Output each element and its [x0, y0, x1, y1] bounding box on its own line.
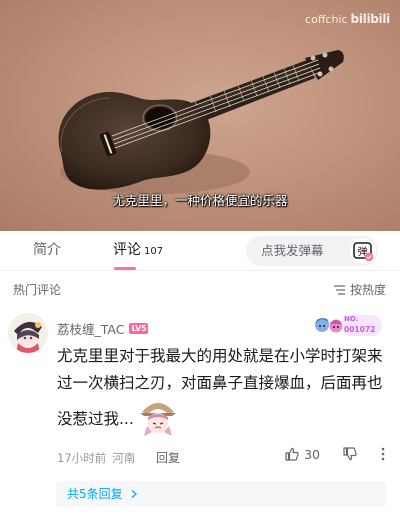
comment-username[interactable]: 荔枝缠_TAC [57, 319, 124, 338]
video-subtitle: 尤克里里，一种价格便宜的乐器 [112, 193, 288, 208]
comment-time: 17小时前 [57, 451, 107, 465]
fan-badge-no: NO. [344, 315, 359, 323]
tab-comments[interactable]: 评论 107 [113, 231, 163, 271]
danmaku-toggle-button[interactable]: 弹 [350, 238, 376, 264]
more-button[interactable] [380, 446, 386, 462]
sort-label: 按热度 [349, 283, 386, 297]
comment-text: 尤克里里对于我最大的用处就是在小学时打架来过一次横扫之刃，对面鼻子直接爆血，后面… [57, 347, 383, 428]
avatar-image [8, 313, 48, 353]
thumb-up-icon [285, 447, 299, 461]
dislike-button[interactable] [342, 446, 358, 462]
comment-actions: 30 [284, 446, 386, 462]
comments-count: 107 [144, 246, 164, 257]
comment-location: 河南 [112, 451, 136, 465]
hot-comments-title: 热门评论 [13, 283, 62, 297]
replies-count-label: 共5条回复 [67, 487, 123, 501]
danmaku-icon: 弹 [353, 242, 374, 262]
danmaku-input[interactable]: 点我发弹幕 弹 [246, 236, 378, 266]
tab-comments-label: 评论 [113, 242, 141, 258]
thumb-down-icon [343, 447, 357, 461]
replies-preview[interactable]: 共5条回复 [56, 481, 386, 507]
sort-icon [333, 284, 345, 295]
reply-button[interactable]: 回复 [156, 449, 180, 466]
comment-body: 尤克里里对于我最大的用处就是在小学时打架来过一次横扫之刃，对面鼻子直接爆血，后面… [57, 343, 387, 436]
fan-badge-number: 001072 [344, 325, 376, 334]
danmaku-placeholder: 点我发弹幕 [261, 243, 324, 258]
chevron-right-icon [132, 490, 138, 498]
like-count: 30 [304, 446, 320, 462]
more-vertical-icon [381, 447, 385, 461]
view-replies-link[interactable]: 共5条回复 [67, 481, 139, 507]
sticker-emote [139, 403, 176, 436]
comment-meta: 17小时前 河南 [57, 450, 135, 466]
video-watermark: coffchic bilibili [305, 12, 390, 26]
bilibili-logo: bilibili [350, 12, 391, 26]
watermark-text: coffchic [305, 12, 348, 26]
tab-intro[interactable]: 简介 [33, 231, 61, 271]
level-badge: LV5 [129, 323, 149, 334]
comment-user-row: 荔枝缠_TAC LV5 [57, 319, 149, 338]
video-player[interactable]: coffchic bilibili 尤克里里，一种价格便宜的乐器 [0, 0, 400, 231]
like-button[interactable]: 30 [284, 446, 320, 462]
avatar[interactable] [8, 313, 48, 353]
active-tab-indicator [114, 267, 136, 270]
sort-by-hot-button[interactable]: 按热度 [333, 281, 386, 298]
